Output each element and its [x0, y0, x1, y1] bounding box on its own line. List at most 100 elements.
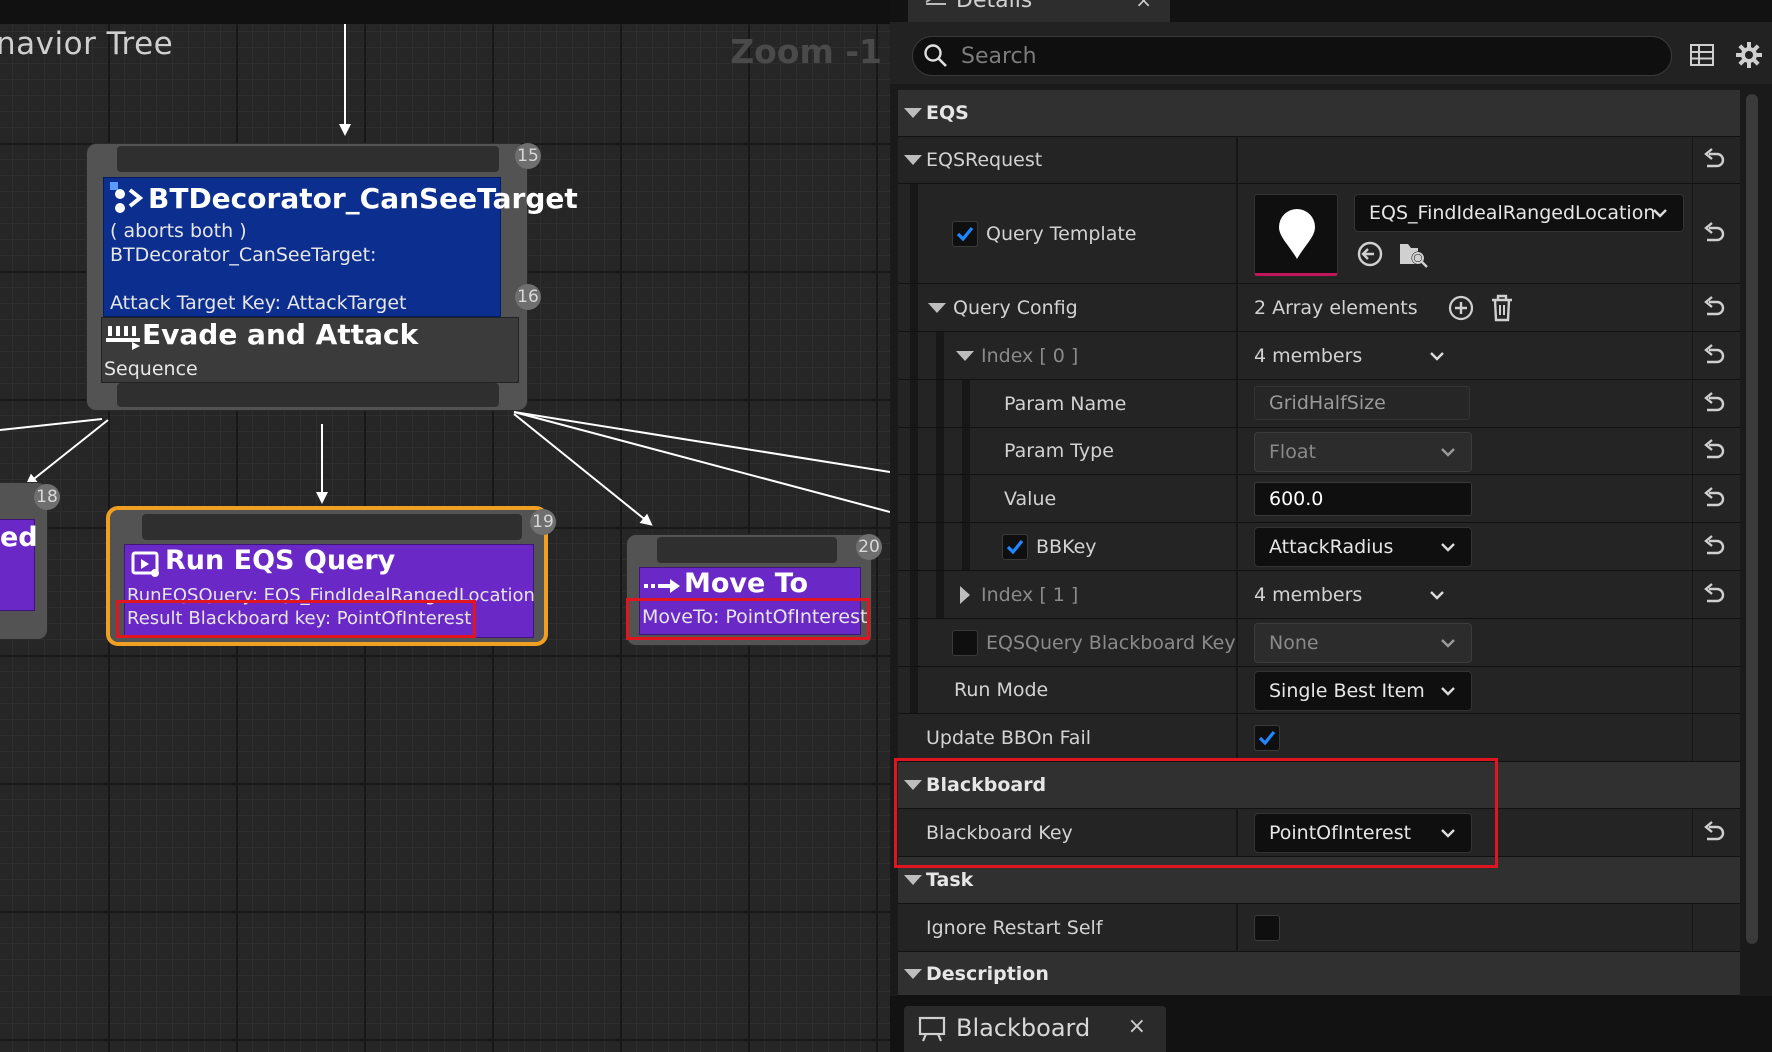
- index-0-label: Index [ 0 ]: [981, 344, 1079, 367]
- expand-arrow-icon[interactable]: [904, 875, 922, 885]
- column-divider[interactable]: [1236, 809, 1238, 856]
- blackboard-tab-label: Blackboard: [956, 1014, 1091, 1042]
- reset-to-default-icon[interactable]: [1703, 343, 1725, 372]
- expand-arrow-icon[interactable]: [904, 155, 922, 165]
- column-divider[interactable]: [1236, 714, 1238, 761]
- behavior-tree-graph[interactable]: navior Tree Zoom -1 BTDecorator_CanSeeTa…: [0, 0, 890, 1052]
- run-mode-dropdown[interactable]: Single Best Item: [1254, 671, 1472, 711]
- reset-to-default-icon[interactable]: [1703, 439, 1725, 467]
- bbkey-dropdown[interactable]: AttackRadius: [1254, 527, 1472, 567]
- update-bb-on-fail-label: Update BBOn Fail: [926, 726, 1092, 749]
- blackboard-key-dropdown[interactable]: PointOfInterest: [1254, 813, 1472, 853]
- row-index-0[interactable]: Index [ 0 ] 4 members: [898, 332, 1740, 380]
- expand-arrow-icon[interactable]: [904, 780, 922, 790]
- row-value[interactable]: Value 600.0: [898, 475, 1740, 523]
- property-matrix-icon[interactable]: [1690, 44, 1714, 70]
- close-icon[interactable]: ×: [1128, 1014, 1146, 1039]
- ignore-restart-self-checkbox[interactable]: [1254, 915, 1280, 941]
- expand-arrow-icon[interactable]: [904, 108, 922, 118]
- eqsquery-bbkey-dropdown[interactable]: None: [1254, 623, 1472, 663]
- details-scrollbar[interactable]: [1746, 94, 1758, 944]
- category-blackboard[interactable]: Blackboard: [898, 762, 1740, 809]
- row-param-type[interactable]: Param Type Float: [898, 428, 1740, 475]
- indent-guide: [936, 428, 944, 474]
- eqsquery-bbkey-checkbox[interactable]: [952, 630, 978, 656]
- add-element-icon[interactable]: [1448, 295, 1474, 325]
- reset-to-default-icon[interactable]: [1703, 391, 1725, 420]
- row-blackboard-key[interactable]: Blackboard Key PointOfInterest: [898, 809, 1740, 857]
- bottom-tab-strip: Blackboard ×: [890, 996, 1772, 1052]
- tab-details[interactable]: Details ×: [908, 0, 1170, 22]
- run-eqs-query-body: Run EQS Query RunEQSQuery: EQS_FindIdeal…: [124, 544, 535, 638]
- column-divider[interactable]: [1236, 184, 1238, 283]
- move-to-node[interactable]: Move To MoveTo: PointOfInterest: [626, 534, 872, 646]
- category-task-label: Task: [926, 869, 974, 891]
- delete-all-icon[interactable]: [1490, 294, 1514, 326]
- column-divider[interactable]: [1236, 284, 1238, 331]
- column-divider[interactable]: [1236, 332, 1238, 379]
- reset-to-default-icon[interactable]: [1703, 820, 1725, 849]
- expand-arrow-icon[interactable]: [928, 302, 946, 313]
- search-input[interactable]: [961, 37, 1661, 75]
- chevron-down-icon[interactable]: [1428, 586, 1446, 608]
- input-pin[interactable]: [142, 514, 522, 540]
- column-divider[interactable]: [1236, 667, 1238, 713]
- decorator-icon: [110, 182, 146, 218]
- row-index-1[interactable]: Index [ 1 ] 4 members: [898, 571, 1740, 619]
- output-pin[interactable]: [117, 383, 499, 407]
- reset-to-default-icon[interactable]: [1703, 582, 1725, 611]
- tab-blackboard[interactable]: Blackboard ×: [904, 1006, 1166, 1052]
- value-field[interactable]: 600.0: [1254, 482, 1472, 516]
- row-run-mode[interactable]: Run Mode Single Best Item: [898, 667, 1740, 714]
- reset-to-default-icon[interactable]: [1703, 221, 1725, 250]
- reset-to-default-icon[interactable]: [1703, 534, 1725, 563]
- expand-arrow-icon[interactable]: [904, 968, 922, 979]
- bbkey-checkbox[interactable]: [1002, 534, 1028, 560]
- query-config-value: 2 Array elements: [1254, 296, 1418, 319]
- column-divider[interactable]: [1236, 137, 1238, 183]
- row-query-config[interactable]: Query Config 2 Array elements: [898, 284, 1740, 332]
- collapse-arrow-icon[interactable]: [960, 585, 970, 604]
- row-update-bb-on-fail[interactable]: Update BBOn Fail: [898, 714, 1740, 762]
- reset-to-default-icon[interactable]: [1703, 486, 1725, 515]
- column-divider[interactable]: [1236, 475, 1238, 522]
- query-template-checkbox[interactable]: [952, 221, 978, 247]
- update-bb-on-fail-checkbox[interactable]: [1254, 725, 1280, 751]
- search-box[interactable]: [912, 36, 1672, 76]
- row-query-template[interactable]: Query Template EQS_FindIdealRangedLocati…: [898, 184, 1740, 284]
- gear-icon[interactable]: [1736, 42, 1762, 72]
- close-icon[interactable]: ×: [1135, 0, 1152, 12]
- column-divider[interactable]: [1236, 904, 1238, 951]
- column-divider[interactable]: [1236, 523, 1238, 570]
- expand-arrow-icon[interactable]: [956, 350, 974, 361]
- sequence-composite[interactable]: Evade and Attack Sequence: [101, 317, 519, 383]
- param-name-field[interactable]: GridHalfSize: [1254, 386, 1470, 420]
- use-selected-asset-icon[interactable]: [1356, 240, 1384, 272]
- reset-to-default-icon[interactable]: [1703, 148, 1725, 176]
- category-task[interactable]: Task: [898, 857, 1740, 904]
- column-divider[interactable]: [1236, 380, 1238, 427]
- evade-and-attack-node[interactable]: BTDecorator_CanSeeTarget ( aborts both )…: [86, 143, 578, 411]
- row-bbkey[interactable]: BBKey AttackRadius: [898, 523, 1740, 571]
- query-template-dropdown[interactable]: EQS_FindIdealRangedLocation: [1354, 194, 1684, 232]
- row-ignore-restart-self[interactable]: Ignore Restart Self: [898, 904, 1740, 952]
- column-divider[interactable]: [1236, 619, 1238, 666]
- row-eqsquery-blackboard-key[interactable]: EQSQuery Blackboard Key None: [898, 619, 1740, 667]
- input-pin[interactable]: [117, 146, 499, 172]
- asset-thumbnail[interactable]: [1254, 194, 1338, 276]
- browse-asset-icon[interactable]: [1398, 240, 1428, 272]
- reset-column: [1692, 184, 1740, 283]
- input-pin[interactable]: [657, 537, 837, 563]
- column-divider[interactable]: [1236, 428, 1238, 474]
- category-description[interactable]: Description: [898, 952, 1740, 996]
- param-type-dropdown[interactable]: Float: [1254, 432, 1472, 472]
- row-param-name[interactable]: Param Name GridHalfSize: [898, 380, 1740, 428]
- can-see-target-decorator[interactable]: BTDecorator_CanSeeTarget ( aborts both )…: [103, 177, 578, 317]
- reset-to-default-icon[interactable]: [1703, 295, 1725, 324]
- column-divider[interactable]: [1236, 571, 1238, 618]
- row-eqs-request[interactable]: EQSRequest: [898, 137, 1740, 184]
- run-eqs-query-node[interactable]: Run EQS Query RunEQSQuery: EQS_FindIdeal…: [106, 506, 548, 646]
- category-blackboard-label: Blackboard: [926, 774, 1047, 796]
- chevron-down-icon[interactable]: [1428, 347, 1446, 369]
- category-eqs[interactable]: EQS: [898, 90, 1740, 137]
